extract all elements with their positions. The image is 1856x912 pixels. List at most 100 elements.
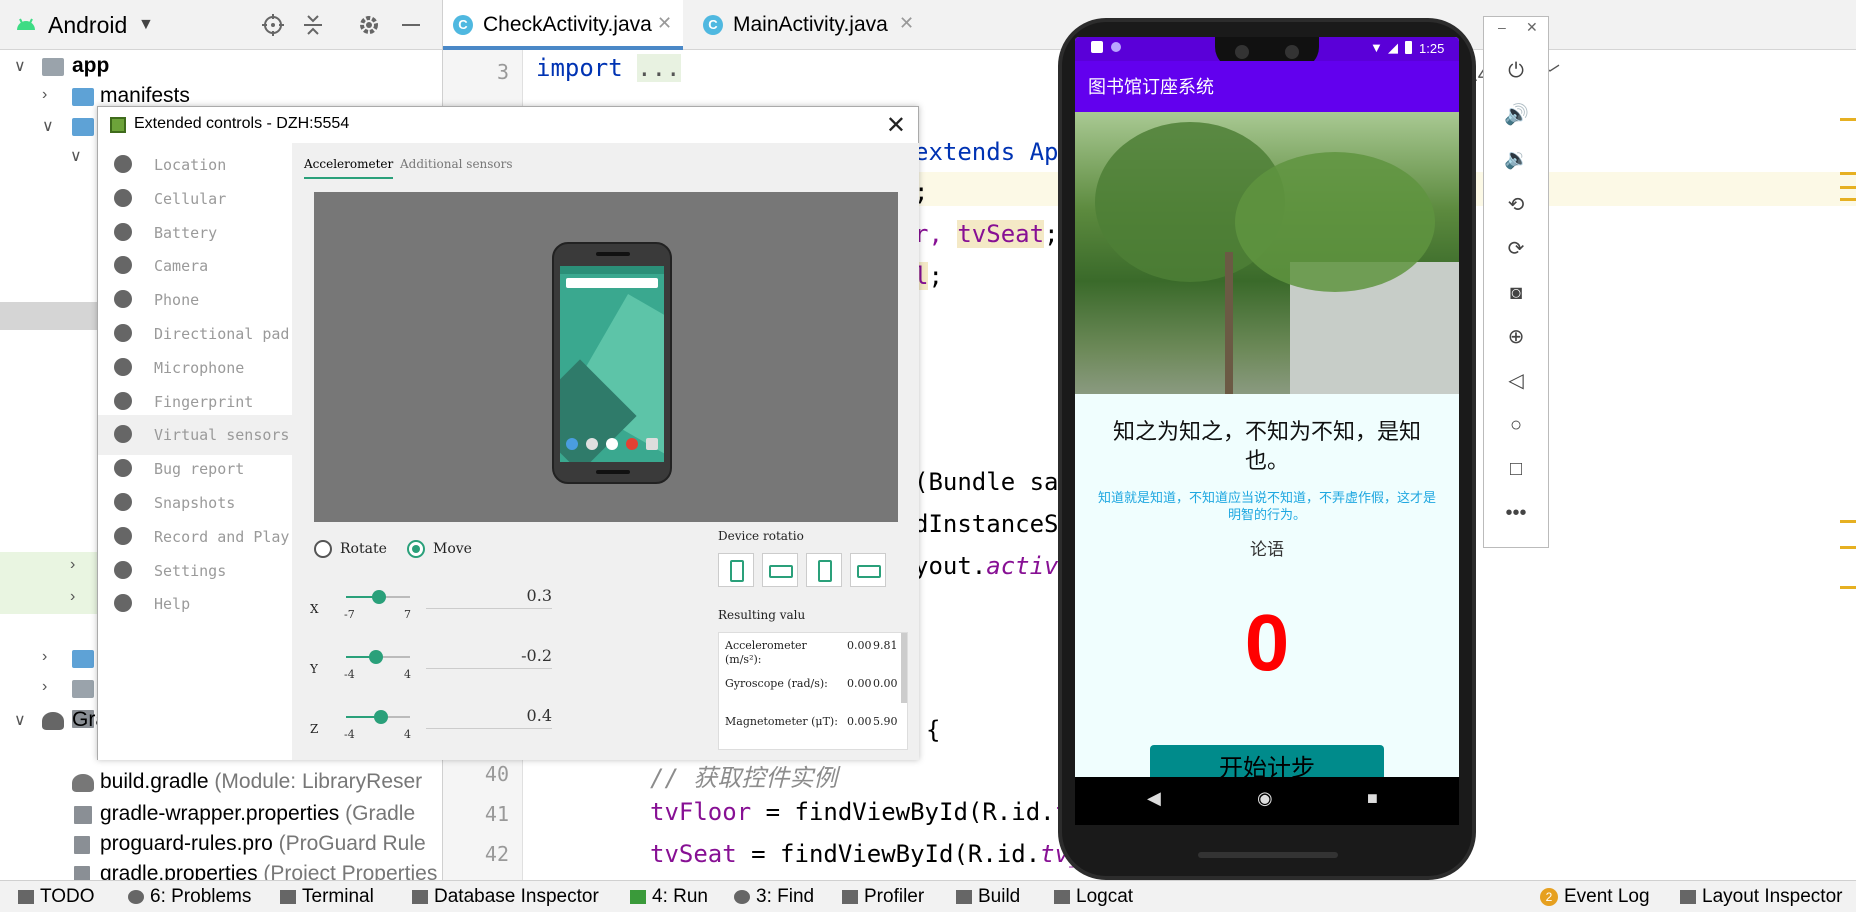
nav-item-label: Virtual sensors: [154, 426, 290, 445]
overview-icon[interactable]: ■: [1367, 788, 1378, 809]
back-icon[interactable]: ◁: [1504, 369, 1528, 393]
device-preview[interactable]: [314, 192, 898, 522]
tool-event-log[interactable]: 2 Event Log: [1540, 886, 1650, 908]
axis-slider-thumb[interactable]: [369, 650, 384, 664]
tab-mainactivity[interactable]: C MainActivity.java ✕: [693, 0, 933, 50]
zoom-icon[interactable]: ⊕: [1504, 325, 1528, 349]
trunk-shape: [1225, 252, 1233, 394]
gear-icon[interactable]: [356, 12, 382, 38]
folded-imports[interactable]: ...: [637, 54, 681, 82]
list-icon: [18, 889, 34, 904]
rotate-reverse-landscape-button[interactable]: [850, 553, 886, 587]
slider-max-label: 4: [404, 668, 411, 681]
axis-value[interactable]: 0.4: [492, 706, 552, 725]
chevron-down-icon[interactable]: ∨: [14, 56, 26, 76]
chevron-down-icon[interactable]: ∨: [70, 146, 82, 166]
close-icon[interactable]: ✕: [886, 111, 906, 140]
snapshots-icon: [114, 493, 132, 511]
sensors-icon: [114, 425, 132, 444]
axis-slider-thumb[interactable]: [374, 710, 389, 724]
tool-database-inspector[interactable]: Database Inspector: [412, 886, 599, 908]
error-stripe-marker[interactable]: [1840, 186, 1856, 189]
tree-item-app[interactable]: ∨ app: [0, 52, 442, 82]
battery-icon: [114, 222, 132, 241]
volume-up-icon[interactable]: 🔊: [1504, 103, 1529, 127]
tool-label: Event Log: [1564, 886, 1650, 907]
axis-value[interactable]: 0.3: [492, 586, 552, 605]
rotate-radio[interactable]: [314, 540, 332, 558]
tool-problems[interactable]: 6: Problems: [128, 886, 251, 908]
tool-layout-inspector[interactable]: Layout Inspector: [1680, 886, 1842, 908]
rotate-reverse-portrait-button[interactable]: [806, 553, 842, 587]
tab-additional-sensors[interactable]: Additional sensors: [400, 157, 513, 171]
tool-todo[interactable]: TODO: [18, 886, 95, 908]
move-radio[interactable]: [407, 540, 425, 558]
tab-checkactivity[interactable]: C CheckActivity.java ✕: [443, 0, 683, 50]
chevron-right-icon[interactable]: ›: [70, 556, 75, 574]
tree-item-proguard[interactable]: proguard-rules.pro (ProGuard Rule: [0, 830, 442, 860]
close-icon[interactable]: ✕: [1526, 19, 1538, 36]
move-label: Move: [433, 541, 472, 557]
tool-run[interactable]: 4: Run: [630, 886, 708, 908]
minimize-icon[interactable]: [398, 12, 424, 38]
home-icon[interactable]: ◉: [1257, 788, 1273, 809]
tool-terminal[interactable]: Terminal: [280, 886, 374, 908]
tree-item-gradle-wrapper[interactable]: gradle-wrapper.properties (Gradle: [0, 800, 442, 830]
chevron-down-icon[interactable]: ▼: [138, 16, 154, 34]
volume-down-icon[interactable]: 🔉: [1504, 147, 1529, 171]
overview-icon[interactable]: □: [1504, 457, 1528, 481]
minimize-icon[interactable]: –: [1498, 19, 1506, 35]
axis-value[interactable]: -0.2: [492, 646, 552, 665]
error-stripe-marker[interactable]: [1840, 118, 1856, 121]
tree-item-build-gradle[interactable]: build.gradle (Module: LibraryReser: [0, 768, 442, 798]
resulting-values-table: Accelerometer (m/s²): 0.00 9.81 Gyroscop…: [718, 632, 908, 750]
device-model[interactable]: [552, 242, 672, 484]
chevron-right-icon[interactable]: ›: [42, 648, 47, 666]
android-icon: [17, 18, 35, 30]
rotate-left-icon[interactable]: ⟲: [1504, 193, 1528, 217]
error-stripe-marker[interactable]: [1840, 586, 1856, 589]
tab-accelerometer[interactable]: Accelerometer: [304, 157, 394, 179]
result-name: Accelerometer (m/s²):: [725, 639, 807, 666]
collapse-all-icon[interactable]: [300, 12, 326, 38]
result-value: 0.00: [873, 677, 898, 690]
chevron-down-icon[interactable]: ∨: [14, 710, 26, 730]
device-status-bar: [560, 266, 664, 274]
camera-icon[interactable]: ◙: [1504, 281, 1528, 305]
error-stripe-marker[interactable]: [1840, 546, 1856, 549]
selected-row[interactable]: [0, 302, 100, 330]
power-icon[interactable]: ⏻: [1504, 59, 1528, 83]
chevron-right-icon[interactable]: ›: [70, 588, 75, 606]
close-icon[interactable]: ✕: [657, 13, 672, 34]
home-icon[interactable]: ○: [1504, 413, 1528, 437]
close-icon[interactable]: ✕: [899, 13, 914, 34]
axis-slider-thumb[interactable]: [372, 590, 387, 604]
error-stripe-marker[interactable]: [1840, 198, 1856, 201]
back-icon[interactable]: ◀: [1147, 788, 1161, 809]
chevron-right-icon[interactable]: ›: [42, 678, 47, 696]
rotate-portrait-button[interactable]: [718, 553, 754, 587]
tool-build[interactable]: Build: [956, 886, 1020, 908]
error-stripe-marker[interactable]: [1840, 520, 1856, 523]
chevron-down-icon[interactable]: ∨: [42, 116, 54, 136]
tool-find[interactable]: 3: Find: [734, 886, 814, 908]
nav-item-help[interactable]: Help: [98, 584, 292, 624]
tool-logcat[interactable]: Logcat: [1054, 886, 1133, 908]
results-scrollbar[interactable]: [901, 633, 907, 703]
code-token: r,: [914, 220, 958, 248]
locate-icon[interactable]: [260, 12, 286, 38]
window-titlebar[interactable]: Extended controls - DZH:5554 ✕: [98, 107, 918, 143]
notification-icon: [1111, 42, 1121, 52]
emulator-screen[interactable]: ▼ ◢ 1:25 图书馆订座系统 知之为知之，不知为不知，是知也。 知道就是知道…: [1075, 37, 1459, 825]
tree-item-gradle-properties[interactable]: gradle.properties (Project Properties: [0, 860, 442, 880]
more-icon[interactable]: •••: [1504, 501, 1528, 525]
project-view-selector[interactable]: Android: [48, 12, 127, 39]
error-stripe-marker[interactable]: [1840, 172, 1856, 175]
event-log-badge: 2: [1540, 887, 1558, 906]
code-token: tvSeat: [650, 840, 737, 868]
tool-profiler[interactable]: Profiler: [842, 886, 924, 908]
rotate-landscape-button[interactable]: [762, 553, 798, 587]
chevron-right-icon[interactable]: ›: [42, 86, 47, 104]
device-dock: [564, 438, 660, 452]
rotate-right-icon[interactable]: ⟳: [1504, 237, 1528, 261]
